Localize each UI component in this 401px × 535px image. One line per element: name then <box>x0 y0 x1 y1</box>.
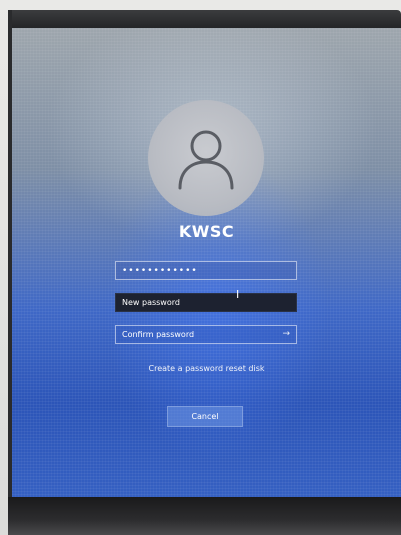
reset-disk-link[interactable]: Create a password reset disk <box>12 364 401 373</box>
submit-arrow-icon[interactable]: → <box>282 330 290 339</box>
new-password-placeholder: New password <box>122 298 180 307</box>
cancel-button[interactable]: Cancel <box>167 406 243 427</box>
user-avatar <box>148 100 264 216</box>
person-icon <box>178 130 234 190</box>
confirm-password-field[interactable]: Confirm password → <box>115 325 297 344</box>
lock-screen: KWSC •••••••••••• New password I Confirm… <box>12 28 401 498</box>
old-password-field[interactable]: •••••••••••• <box>115 261 297 280</box>
confirm-password-placeholder: Confirm password <box>122 330 195 339</box>
monitor-bezel-bottom <box>8 497 401 535</box>
old-password-value: •••••••••••• <box>122 265 198 276</box>
text-cursor-icon: I <box>236 288 240 301</box>
photo-frame: KWSC •••••••••••• New password I Confirm… <box>0 0 401 535</box>
new-password-field[interactable]: New password <box>115 293 297 312</box>
username-label: KWSC <box>178 222 235 241</box>
